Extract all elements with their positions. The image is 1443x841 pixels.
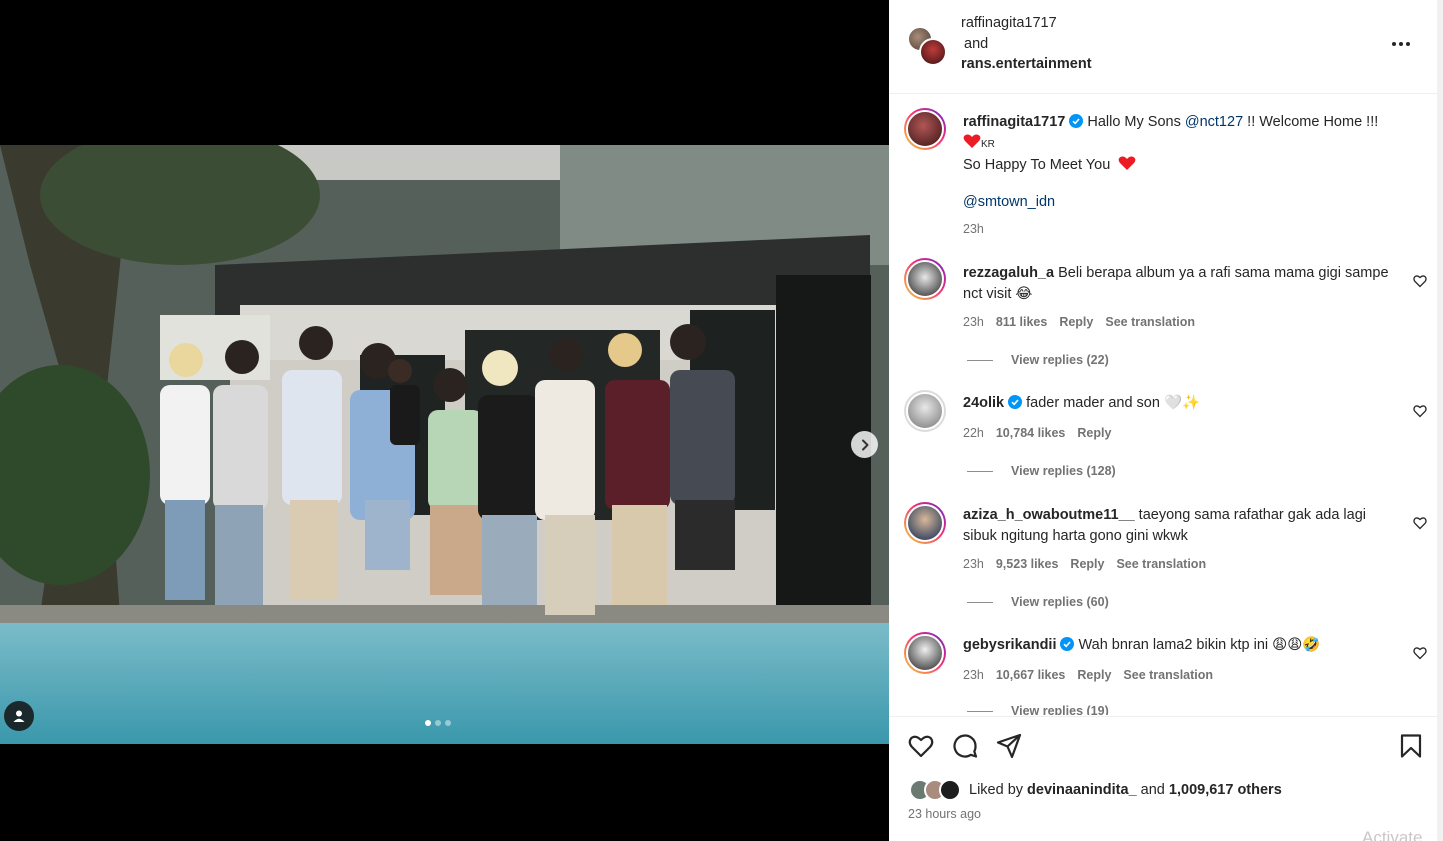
comment-likes[interactable]: 811 likes [996,315,1047,329]
view-replies-label: View replies (128) [1011,464,1116,478]
carousel-dot [435,720,441,726]
liker-avatars[interactable] [909,779,961,801]
likes-count-link[interactable]: 1,009,617 others [1169,782,1282,798]
verified-badge-icon [1060,637,1075,651]
owner-username[interactable]: raffinagita1717 [961,15,1057,31]
comment-time[interactable]: 23h [963,315,984,329]
avatar[interactable] [904,502,946,544]
caption-text: raffinagita1717 Hallo My Sons @nct127 !! … [963,112,1403,176]
post-actions: Liked by devinaanindita_ and 1,009,617 o… [889,716,1437,841]
comments-list[interactable]: raffinagita1717 Hallo My Sons @nct127 !! … [889,95,1437,715]
post-header: raffinagita1717 and rans.entertainment [889,0,1437,94]
carousel-next-button[interactable] [851,431,878,458]
more-options-button[interactable] [1389,34,1413,54]
comment-username[interactable]: gebysrikandii [963,637,1056,653]
comment-meta: 22h 10,784 likes Reply [963,426,1111,440]
comment-body: fader mader and son 🤍✨ [1026,395,1201,411]
comment-username[interactable]: rezzagaluh_a [963,265,1054,281]
liked-by-label: Liked by [969,782,1024,798]
see-translation-button[interactable]: See translation [1116,557,1206,571]
view-replies-button[interactable]: View replies (22) [967,353,1109,367]
carousel-dot [425,720,431,726]
chevron-right-icon [861,439,868,450]
carousel-dot [445,720,451,726]
heart-outline-icon[interactable] [1413,646,1427,660]
comment-meta: 23h 9,523 likes Reply See translation [963,557,1206,571]
comment-text: rezzagaluh_a Beli berapa album ya a rafi … [963,263,1403,305]
carousel-indicator [425,720,451,726]
avatar[interactable] [904,258,946,300]
like-heart-icon[interactable] [907,732,935,760]
caption-timestamp[interactable]: 23h [963,222,984,236]
comment-meta: 23h 10,667 likes Reply See translation [963,668,1213,682]
heart-outline-icon[interactable] [1413,404,1427,418]
post-timestamp[interactable]: 23 hours ago [908,807,981,821]
post-side-panel: raffinagita1717 and rans.entertainment r… [889,0,1443,841]
avatar[interactable] [904,390,946,432]
comment-likes[interactable]: 10,667 likes [996,668,1066,682]
heart-outline-icon[interactable] [1413,516,1427,530]
view-replies-label: View replies (60) [1011,595,1109,609]
view-replies-label: View replies (22) [1011,353,1109,367]
collab-and-text: and [964,36,989,52]
caption-line-2: So Happy To Meet You [963,157,1111,173]
avatar [939,779,961,801]
view-replies-button[interactable]: View replies (19) [967,704,1109,715]
bookmark-icon[interactable] [1397,732,1425,760]
liked-and-text: and [1140,782,1165,798]
collab-avatars[interactable] [907,26,947,66]
view-replies-label: View replies (19) [1011,704,1109,715]
scrollbar[interactable] [1437,0,1443,841]
verified-badge-icon [1069,114,1084,128]
caption-text-1: Hallo My Sons [1087,114,1181,130]
comment-likes[interactable]: 9,523 likes [996,557,1059,571]
red-heart-icon [963,134,981,148]
reply-button[interactable]: Reply [1077,426,1111,440]
comment-time[interactable]: 22h [963,426,984,440]
avatar [919,38,947,66]
comment-username[interactable]: aziza_h_owaboutme11__ [963,507,1135,523]
red-heart-icon [1118,156,1136,170]
caption-username[interactable]: raffinagita1717 [963,114,1065,130]
see-translation-button[interactable]: See translation [1105,315,1195,329]
reply-button[interactable]: Reply [1059,315,1093,329]
comment-text: gebysrikandii Wah bnran lama2 bikin ktp i… [963,635,1403,656]
heart-outline-icon[interactable] [1413,274,1427,288]
see-translation-button[interactable]: See translation [1123,668,1213,682]
mention-link[interactable]: @smtown_idn [963,194,1055,210]
more-horizontal-icon [1392,42,1410,46]
activate-watermark: Activate [1362,828,1423,841]
caption-mention-2: @smtown_idn [963,192,1403,213]
collaborator-username[interactable]: rans.entertainment [961,56,1092,72]
comment-bubble-icon[interactable] [951,732,979,760]
reply-button[interactable]: Reply [1077,668,1111,682]
comment-body: Wah bnran lama2 bikin ktp ini 😩😩🤣 [1078,637,1321,653]
share-send-icon[interactable] [995,732,1023,760]
comment-time[interactable]: 23h [963,557,984,571]
comment-text: 24olik fader mader and son 🤍✨ [963,393,1403,414]
avatar[interactable] [904,632,946,674]
kr-flag-text: KR [981,139,995,150]
comment-text: aziza_h_owaboutme11__ taeyong sama rafath… [963,505,1403,547]
comment-likes[interactable]: 10,784 likes [996,426,1066,440]
user-icon [13,710,25,722]
liker-username[interactable]: devinaanindita_ [1027,782,1137,798]
avatar[interactable] [904,108,946,150]
caption-text-2: !! Welcome Home !!! [1247,114,1379,130]
post-photo[interactable] [0,145,889,744]
mention-link[interactable]: @nct127 [1185,114,1243,130]
view-replies-button[interactable]: View replies (60) [967,595,1109,609]
comment-meta: 23h 811 likes Reply See translation [963,315,1195,329]
tagged-users-button[interactable] [4,701,34,731]
comment-username[interactable]: 24olik [963,395,1004,411]
view-replies-button[interactable]: View replies (128) [967,464,1116,478]
liked-by-row: Liked by devinaanindita_ and 1,009,617 o… [909,779,1282,801]
media-pane [0,0,889,841]
reply-button[interactable]: Reply [1070,557,1104,571]
comment-time[interactable]: 23h [963,668,984,682]
verified-badge-icon [1008,395,1023,409]
